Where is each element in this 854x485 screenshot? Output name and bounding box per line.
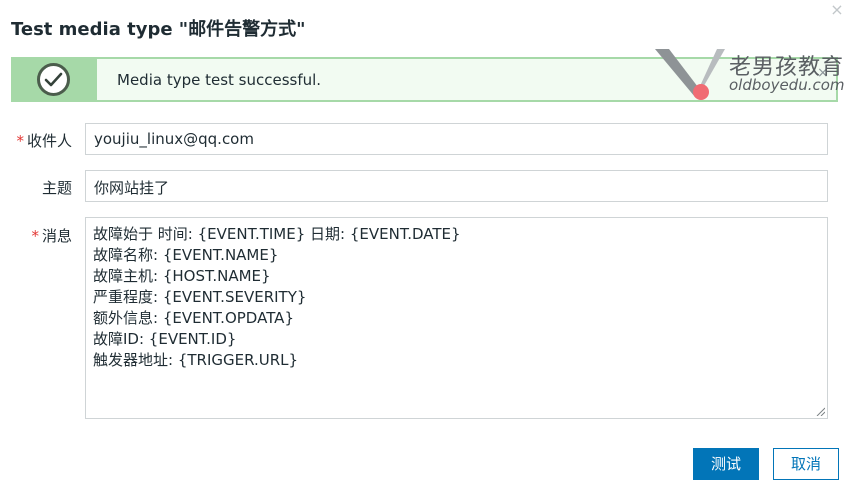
message-line: 严重程度: {EVENT.SEVERITY} [93,288,307,306]
test-media-type-dialog: Test media type "邮件告警方式" × Media type te… [0,0,854,485]
message-textarea[interactable]: 故障始于 时间: {EVENT.TIME} 日期: {EVENT.DATE} 故… [85,217,828,419]
message-line: 故障始于 时间: {EVENT.TIME} 日期: {EVENT.DATE} [93,225,461,243]
message-line: 触发器地址: {TRIGGER.URL} [93,351,299,369]
message-text: Media type test successful. [117,71,322,89]
watermark-v-icon [655,49,725,100]
cancel-button[interactable]: 取消 [773,448,839,480]
subject-input[interactable]: 你网站挂了 [85,170,828,202]
message-line: 故障ID: {EVENT.ID} [93,330,237,348]
message-label: * 消息 [31,227,72,245]
message-line: 额外信息: {EVENT.OPDATA} [93,309,294,327]
recipient-input[interactable]: youjiu_linux@qq.com [85,123,828,155]
message-line: 故障主机: {HOST.NAME} [93,267,271,285]
watermark-logo: 老男孩教育 oldboyedu.com [655,45,854,105]
recipient-label: * 收件人 [16,132,72,150]
required-mark: * [31,227,39,245]
message-icon-area [13,59,97,100]
dialog-title: Test media type "邮件告警方式" [11,19,306,40]
watermark-en: oldboyedu.com [729,76,845,94]
required-mark: * [16,132,24,150]
check-circle-icon [37,63,70,96]
dialog-close-icon[interactable]: × [830,2,844,18]
resize-handle-icon[interactable] [816,407,825,416]
subject-label: 主题 [41,179,72,197]
test-button[interactable]: 测试 [693,448,759,480]
message-line: 故障名称: {EVENT.NAME} [93,246,279,264]
